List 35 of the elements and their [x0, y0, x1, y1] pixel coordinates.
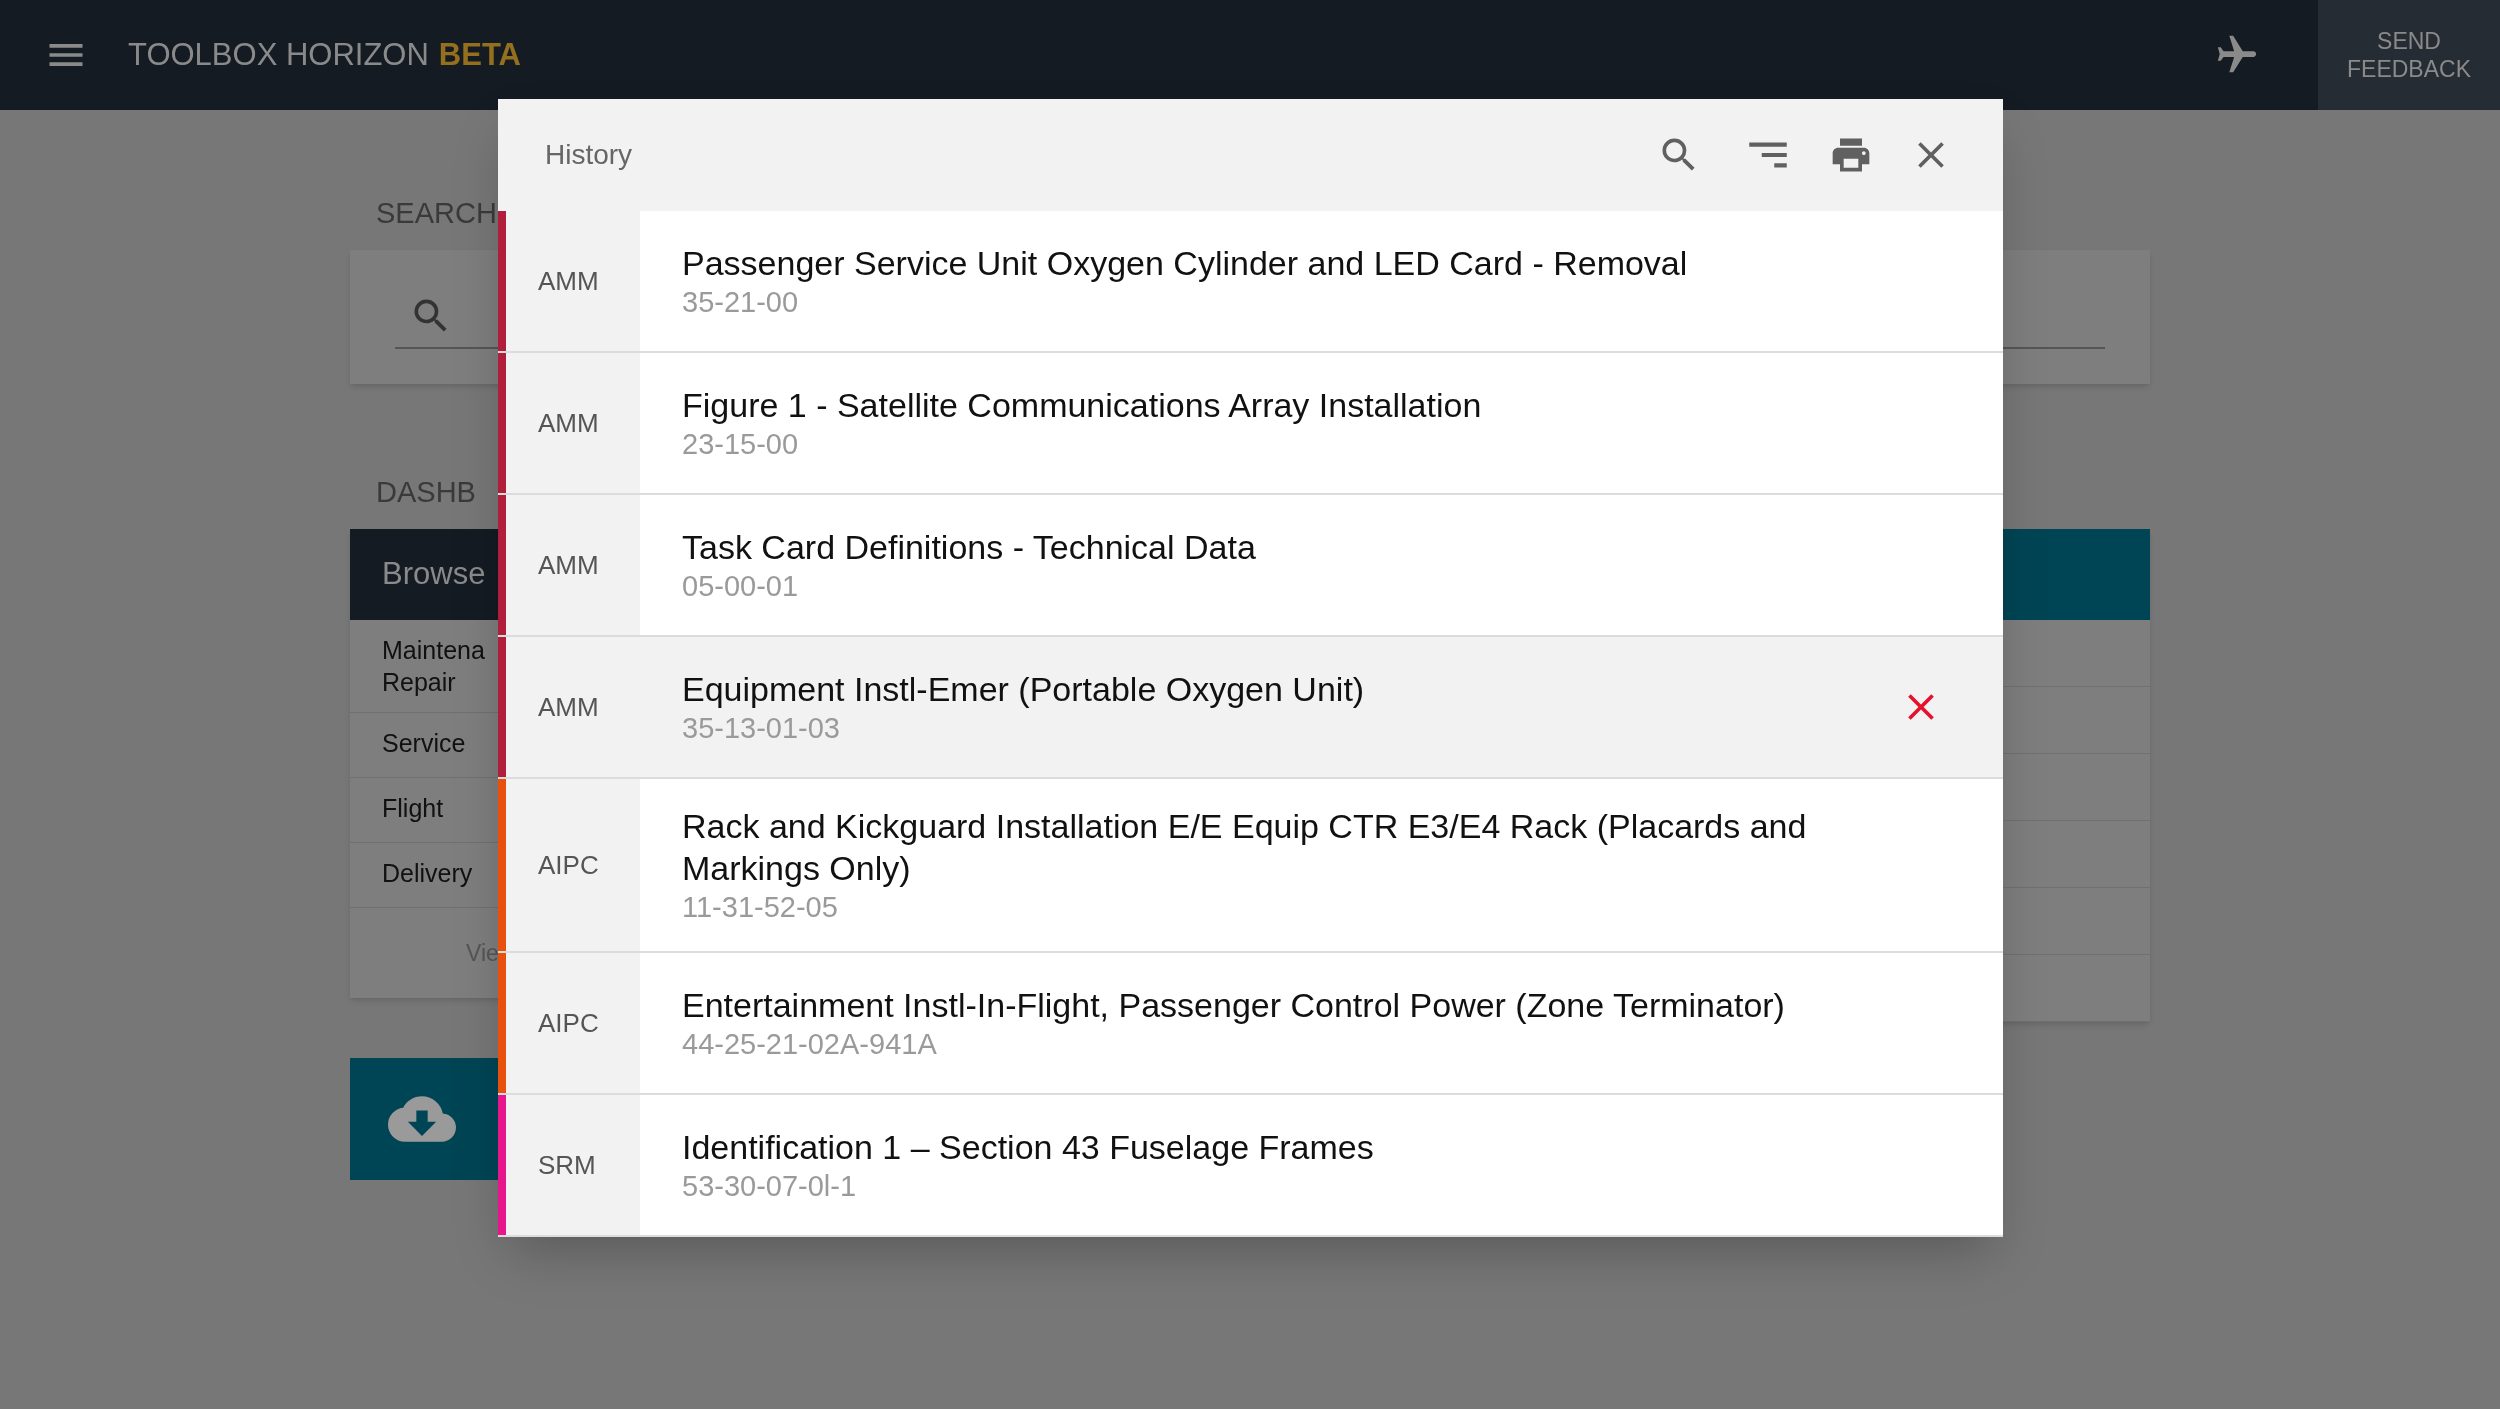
beta-label: BETA — [438, 35, 521, 74]
history-item[interactable]: AMM Figure 1 - Satellite Communications Array Installation 23-15-00 — [498, 353, 2003, 495]
category-label: AMM — [538, 548, 599, 582]
search-heading: SEARCH — [376, 198, 498, 228]
history-item[interactable]: SRM Identification 1 – Section 43 Fuselage Frames 53-30-07-0l-1 — [498, 1095, 2003, 1237]
item-title: Rack and Kickguard Installation E/E Equip CTR E3/E4 Rack (Placards and Markings Only) — [682, 806, 1808, 889]
item-title: Figure 1 - Satellite Communications Array Installation — [682, 385, 1483, 426]
item-title: Entertainment Instl-In-Flight, Passenger Control Power (Zone Terminator) — [682, 985, 1786, 1026]
history-item[interactable]: AIPC Rack and Kickguard Installation E/E Equip CTR E3/E4 Rack (Placards and Markings Only) 11-31-52-05 — [498, 779, 2003, 953]
browse-title: Browse — [382, 555, 486, 594]
item-title: Identification 1 – Section 43 Fuselage Frames — [682, 1127, 1375, 1168]
item-title: Equipment Instl-Emer (Portable Oxygen Unit) — [682, 669, 1366, 710]
item-code: 05-00-01 — [682, 569, 800, 604]
category-label: AMM — [538, 406, 599, 440]
app-title: TOOLBOX HORIZON — [128, 35, 429, 74]
category-label: AIPC — [538, 848, 599, 882]
item-code: 44-25-21-02A-941A — [682, 1027, 938, 1062]
send-feedback-button[interactable]: SEND FEEDBACK — [2318, 0, 2500, 110]
item-code: 35-21-00 — [682, 285, 800, 320]
item-title: Task Card Definitions - Technical Data — [682, 527, 1257, 568]
category-label: AIPC — [538, 1006, 599, 1040]
dialog-title: History — [545, 138, 633, 172]
item-code: 53-30-07-0l-1 — [682, 1169, 858, 1204]
item-code: 11-31-52-05 — [682, 890, 839, 925]
dashboard-heading: DASHB — [376, 477, 477, 507]
category-label: AMM — [538, 690, 599, 724]
item-code: 23-15-00 — [682, 427, 800, 462]
category-label: AMM — [538, 264, 599, 298]
item-title: Passenger Service Unit Oxygen Cylinder and LED Card - Removal — [682, 243, 1689, 284]
history-item[interactable]: AIPC Entertainment Instl-In-Flight, Passenger Control Power (Zone Terminator) 44-25-21-02A-941A — [498, 953, 2003, 1095]
history-item[interactable]: AMM Equipment Instl-Emer (Portable Oxygen Unit) 35-13-01-03 — [498, 637, 2003, 779]
category-label: SRM — [538, 1148, 596, 1182]
item-code: 35-13-01-03 — [682, 711, 841, 746]
history-item[interactable]: AMM Passenger Service Unit Oxygen Cylinder and LED Card - Removal 35-21-00 — [498, 211, 2003, 353]
history-item[interactable]: AMM Task Card Definitions - Technical Data 05-00-01 — [498, 495, 2003, 637]
